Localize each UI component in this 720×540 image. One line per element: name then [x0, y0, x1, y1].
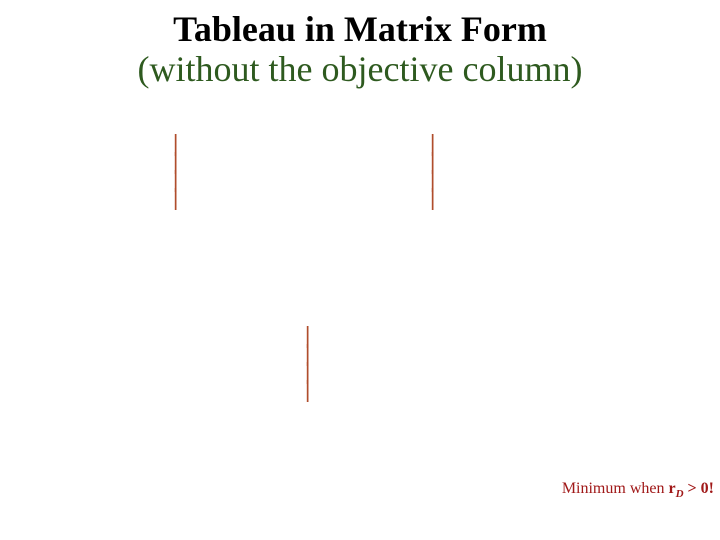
- dashed-marker-center: | | | |: [305, 327, 310, 399]
- footer-sub: D: [676, 488, 684, 500]
- dashed-marker-right: | | | |: [430, 135, 435, 207]
- title-line2: (without the objective column): [0, 50, 720, 90]
- dashed-marker-left: | | | |: [173, 135, 178, 207]
- footer-var: r: [668, 480, 675, 497]
- footer-note: Minimum when rD > 0!: [562, 480, 714, 500]
- footer-prefix: Minimum when: [562, 480, 669, 497]
- title-line1: Tableau in Matrix Form: [0, 10, 720, 50]
- slide: Tableau in Matrix Form (without the obje…: [0, 0, 720, 540]
- title-block: Tableau in Matrix Form (without the obje…: [0, 10, 720, 89]
- footer-suffix: > 0!: [684, 480, 714, 497]
